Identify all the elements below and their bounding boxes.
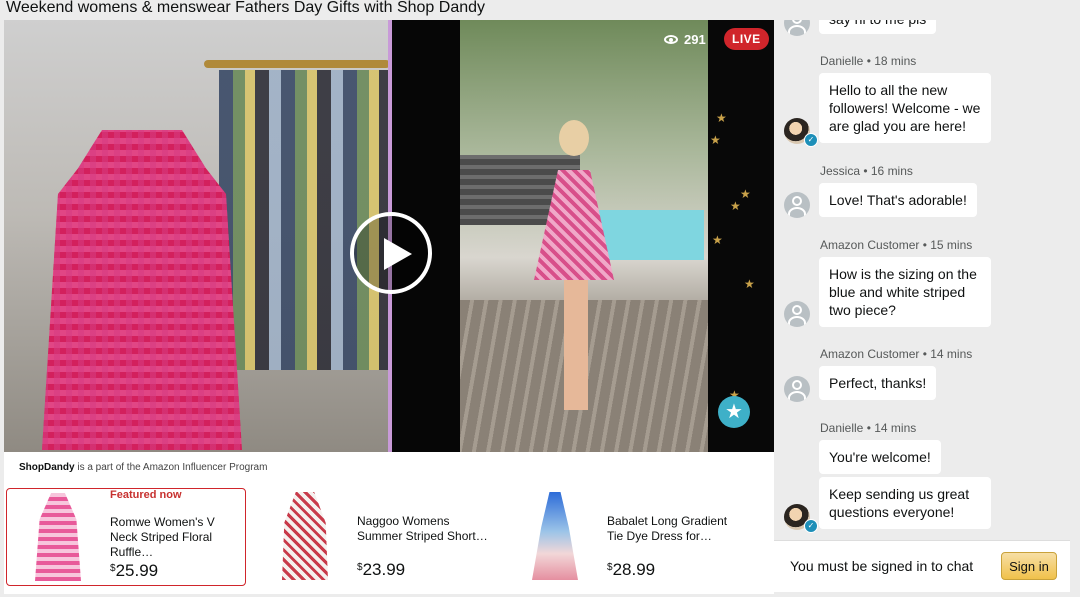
product-card-featured[interactable]: Featured now Romwe Women's V Neck Stripe…	[6, 488, 246, 586]
product-price: $28.99	[607, 560, 655, 580]
star-icon: ★	[730, 199, 741, 213]
viewer-count: 291	[664, 32, 706, 47]
chat-message: Keep sending us great questions everyone…	[819, 477, 991, 529]
price-currency: $	[607, 562, 613, 573]
chat-author: Danielle • 18 mins	[820, 54, 917, 68]
price-value: 25.99	[115, 561, 159, 580]
pink-dress-pattern	[42, 130, 242, 450]
product-name[interactable]: Naggoo Womens Summer Striped Short…	[357, 514, 492, 544]
price-currency: $	[357, 562, 363, 573]
star-icon: ★	[710, 133, 721, 147]
clothing-rack	[204, 60, 390, 68]
user-avatar	[784, 192, 810, 218]
influencer-note: ShopDandy is a part of the Amazon Influe…	[4, 452, 774, 482]
chat-scroll-gutter[interactable]	[1070, 20, 1080, 592]
price-value: 23.99	[362, 560, 406, 579]
chat-author: Amazon Customer • 15 mins	[820, 238, 973, 252]
model-head	[559, 120, 589, 156]
chat-author: Jessica • 16 mins	[820, 164, 913, 178]
chat-signin-bar: You must be signed in to chat Sign in	[774, 540, 1070, 592]
product-strip: Featured now Romwe Women's V Neck Stripe…	[4, 482, 774, 594]
product-card[interactable]: Naggoo Womens Summer Striped Short… $23.…	[254, 488, 494, 586]
chat-message: You're welcome!	[819, 440, 941, 474]
viewer-count-value: 291	[684, 32, 706, 47]
price-currency: $	[110, 563, 116, 574]
user-avatar	[784, 20, 810, 36]
chat-author: Danielle • 14 mins	[820, 421, 917, 435]
product-card[interactable]: Babalet Long Gradient Tie Dye Dress for……	[504, 488, 744, 586]
verified-check-icon: ✓	[804, 133, 818, 147]
favorite-star-button[interactable]: ★	[718, 396, 750, 428]
product-price: $23.99	[357, 560, 405, 580]
chat-author: Amazon Customer • 14 mins	[820, 347, 973, 361]
influencer-brand: ShopDandy	[19, 462, 75, 473]
hanging-clothes	[219, 70, 390, 370]
model-legs	[564, 280, 588, 410]
featured-label: Featured now	[110, 489, 182, 501]
chat-message: How is the sizing on the blue and white …	[819, 257, 991, 327]
live-badge: LIVE	[724, 28, 769, 50]
star-icon: ★	[740, 187, 751, 201]
product-name[interactable]: Babalet Long Gradient Tie Dye Dress for…	[607, 514, 742, 544]
user-avatar	[784, 376, 810, 402]
chat-message: Love! That's adorable!	[819, 183, 977, 217]
product-name[interactable]: Romwe Women's V Neck Striped Floral Ruff…	[110, 515, 245, 560]
star-icon: ★	[712, 233, 723, 247]
chat-message-text: say hi to me pls	[829, 20, 926, 28]
eye-icon	[664, 35, 678, 44]
product-thumbnail[interactable]	[532, 492, 578, 580]
chat-panel[interactable]: say hi to me pls Danielle • 18 mins Hell…	[774, 20, 1070, 592]
product-thumbnail[interactable]	[35, 493, 81, 581]
star-icon: ★	[716, 111, 727, 125]
verified-check-icon: ✓	[804, 519, 818, 533]
product-price: $25.99	[110, 561, 158, 581]
signin-prompt: You must be signed in to chat	[790, 558, 974, 574]
influencer-note-text: is a part of the Amazon Influencer Progr…	[74, 462, 268, 473]
star-icon: ★	[725, 401, 743, 423]
page-title: Weekend womens & menswear Fathers Day Gi…	[6, 0, 486, 16]
play-button[interactable]	[350, 212, 432, 294]
video-player[interactable]: ★ ★ ★ ★ ★ ★ 291 LIVE ★ ★	[4, 20, 774, 452]
sign-in-button[interactable]: Sign in	[1001, 552, 1057, 580]
chat-message: say hi to me pls	[819, 20, 937, 34]
chat-message: Hello to all the new followers! Welcome …	[819, 73, 991, 143]
play-icon	[384, 238, 412, 270]
user-avatar	[784, 301, 810, 327]
product-thumbnail[interactable]	[282, 492, 328, 580]
chat-message: Perfect, thanks!	[819, 366, 937, 400]
star-icon: ★	[744, 277, 755, 291]
price-value: 28.99	[612, 560, 656, 579]
